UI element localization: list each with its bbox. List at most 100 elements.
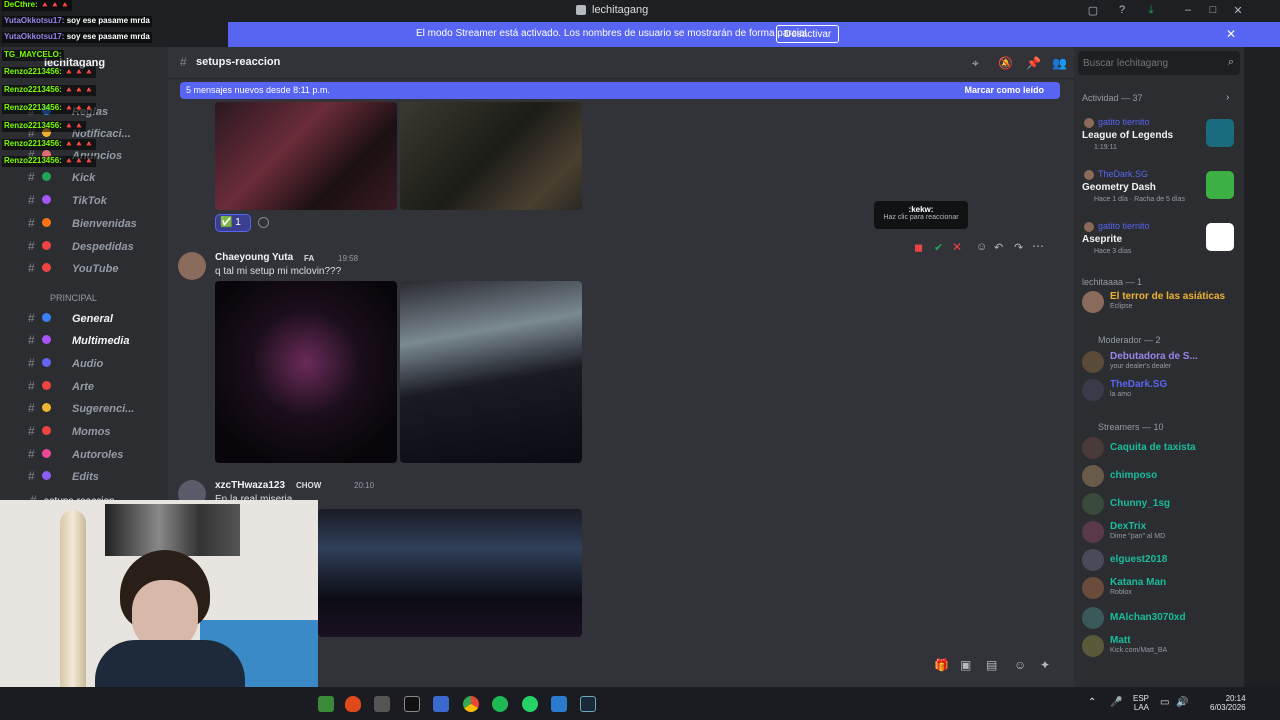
attachment-image[interactable] [318,509,582,637]
search-input[interactable] [1078,51,1218,75]
chevron-right-icon[interactable]: › [1226,92,1229,103]
brave-icon[interactable] [345,696,361,712]
emoji-kekw-icon[interactable]: ◼ [914,241,923,254]
language-indicator[interactable]: ESP LAA [1133,694,1149,712]
new-messages-bar[interactable]: 5 mensajes nuevos desde 8:11 p.m. Marcar… [180,82,1060,99]
gift-icon[interactable]: 🎁 [934,658,949,672]
app-icon[interactable] [374,696,390,712]
channel-emoji-icon [42,381,72,392]
pin-icon[interactable]: 📌 [1026,56,1041,70]
member-group-header: Moderador — 2 [1098,335,1161,345]
maximize-button[interactable]: □ [1206,4,1220,16]
sidebar-channel[interactable]: # TikTok [28,193,107,207]
gif-icon[interactable]: ▣ [960,658,971,672]
check-icon[interactable]: ✔ [934,241,943,254]
sidebar-channel[interactable]: # Arte [28,379,94,393]
chrome-icon[interactable] [463,696,479,712]
hash-icon: # [28,261,35,275]
channel-emoji-icon [42,218,72,229]
surfboard [60,510,86,700]
chat-user: Renzo2213456: [4,156,62,165]
webcam-overlay [0,500,318,706]
mark-read-button[interactable]: Marcar como leído [964,85,1044,95]
channel-header: # setups-reaccion ⌖ 🔕 📌 👥 [168,47,1074,79]
emoji-icon[interactable]: ☺ [1014,658,1026,672]
network-icon[interactable]: ▭ [1160,697,1169,708]
forward-icon[interactable]: ↷ [1014,241,1023,254]
category-principal[interactable]: PRINCIPAL [50,293,97,303]
minimize-button[interactable]: – [1181,4,1195,16]
avatar [1082,493,1104,515]
attachment-image[interactable] [400,102,582,210]
sidebar-channel[interactable]: # Autoroles [28,447,123,461]
minecraft-icon[interactable] [318,696,334,712]
search-box[interactable]: ⌕ [1078,51,1240,75]
avatar [1084,118,1094,128]
sidebar-channel[interactable]: # Despedidas [28,239,134,253]
sidebar-channel[interactable]: # Kick [28,170,95,184]
tray-chevron-icon[interactable]: ⌃ [1088,697,1096,708]
clock[interactable]: 20:14 6/03/2026 [1210,694,1246,712]
add-reaction-icon[interactable]: ☺ [976,241,987,253]
x-emoji-icon[interactable]: ✕ [952,240,962,254]
sidebar-channel[interactable]: # Bienvenidas [28,216,137,230]
sidebar-channel[interactable]: # Momos [28,424,111,438]
attachment-image[interactable] [215,102,397,210]
channel-label: Despedidas [72,241,134,253]
member-list: ⌕ Actividad — 37 › gatito tiernito League… [1074,47,1244,687]
file-explorer-icon[interactable] [433,696,449,712]
sidebar-channel[interactable]: # Audio [28,356,103,370]
game-art-icon [1206,171,1234,199]
avatar [1082,437,1104,459]
members-icon[interactable]: 👥 [1052,56,1067,70]
member-group-header: Streamers — 10 [1098,422,1164,432]
sidebar-channel[interactable]: # Edits [28,469,99,483]
member-name: Debutadora de S... [1110,351,1198,362]
message-author[interactable]: Chaeyoung Yuta [215,252,293,263]
close-icon[interactable]: ✕ [1226,27,1236,41]
right-strip [1244,47,1280,687]
help-icon[interactable]: ? [1115,4,1129,16]
apps-icon[interactable]: ✦ [1040,658,1050,672]
sticker-icon[interactable]: ▤ [986,658,997,672]
stream-chat-overlay: DeCthre: 🔺🔺🔺 YutaOkkotsu17: soy ese pasam… [0,0,228,170]
add-reaction-icon[interactable] [258,217,269,228]
sidebar-channel[interactable]: # Multimedia [28,333,129,347]
volume-icon[interactable]: 🔊 [1176,697,1188,708]
notepad-icon[interactable] [551,696,567,712]
avatar [1082,465,1104,487]
game-art-icon [1206,119,1234,147]
whatsapp-icon[interactable] [522,696,538,712]
mic-icon[interactable]: 🎤 [1110,697,1122,708]
spotify-icon[interactable] [492,696,508,712]
chat-text: 🔺🔺 [64,121,84,130]
sidebar-channel[interactable]: # Sugerenci... [28,401,134,415]
member-name: Chunny_1sg [1110,498,1171,509]
check-icon: ✅ [220,217,233,228]
sidebar-channel[interactable]: # YouTube [28,261,118,275]
hash-icon: # [28,401,35,415]
avatar[interactable] [178,252,206,280]
channel-emoji-icon [42,263,72,274]
message-author[interactable]: xzcTHwaza123 [215,480,285,491]
reaction-chip[interactable]: ✅ 1 [215,214,251,232]
threads-icon[interactable]: ⌖ [972,56,979,71]
channel-label: Bienvenidas [72,218,137,230]
mute-icon[interactable]: 🔕 [998,56,1013,70]
hash-icon: # [28,170,35,184]
chat-user: TG_MAYCELO: [4,50,62,59]
sidebar-channel[interactable]: # General [28,311,113,325]
steam-icon[interactable] [580,696,596,712]
more-icon[interactable]: ⋯ [1032,239,1044,253]
close-window-button[interactable]: ✕ [1231,4,1245,17]
member-status: Kick.com/Matt_BA [1110,647,1168,654]
inbox-icon[interactable]: ▢ [1086,4,1100,17]
disable-streamer-button[interactable]: Desactivar [776,25,840,43]
capcut-icon[interactable] [404,696,420,712]
attachment-image[interactable] [215,281,397,463]
download-icon[interactable]: ⤓ [1144,4,1158,17]
chat-text: 🔺🔺🔺 [40,0,70,9]
attachment-image[interactable] [400,281,582,463]
member-status: your dealer's dealer [1110,363,1172,370]
reply-icon[interactable]: ↶ [994,241,1003,254]
